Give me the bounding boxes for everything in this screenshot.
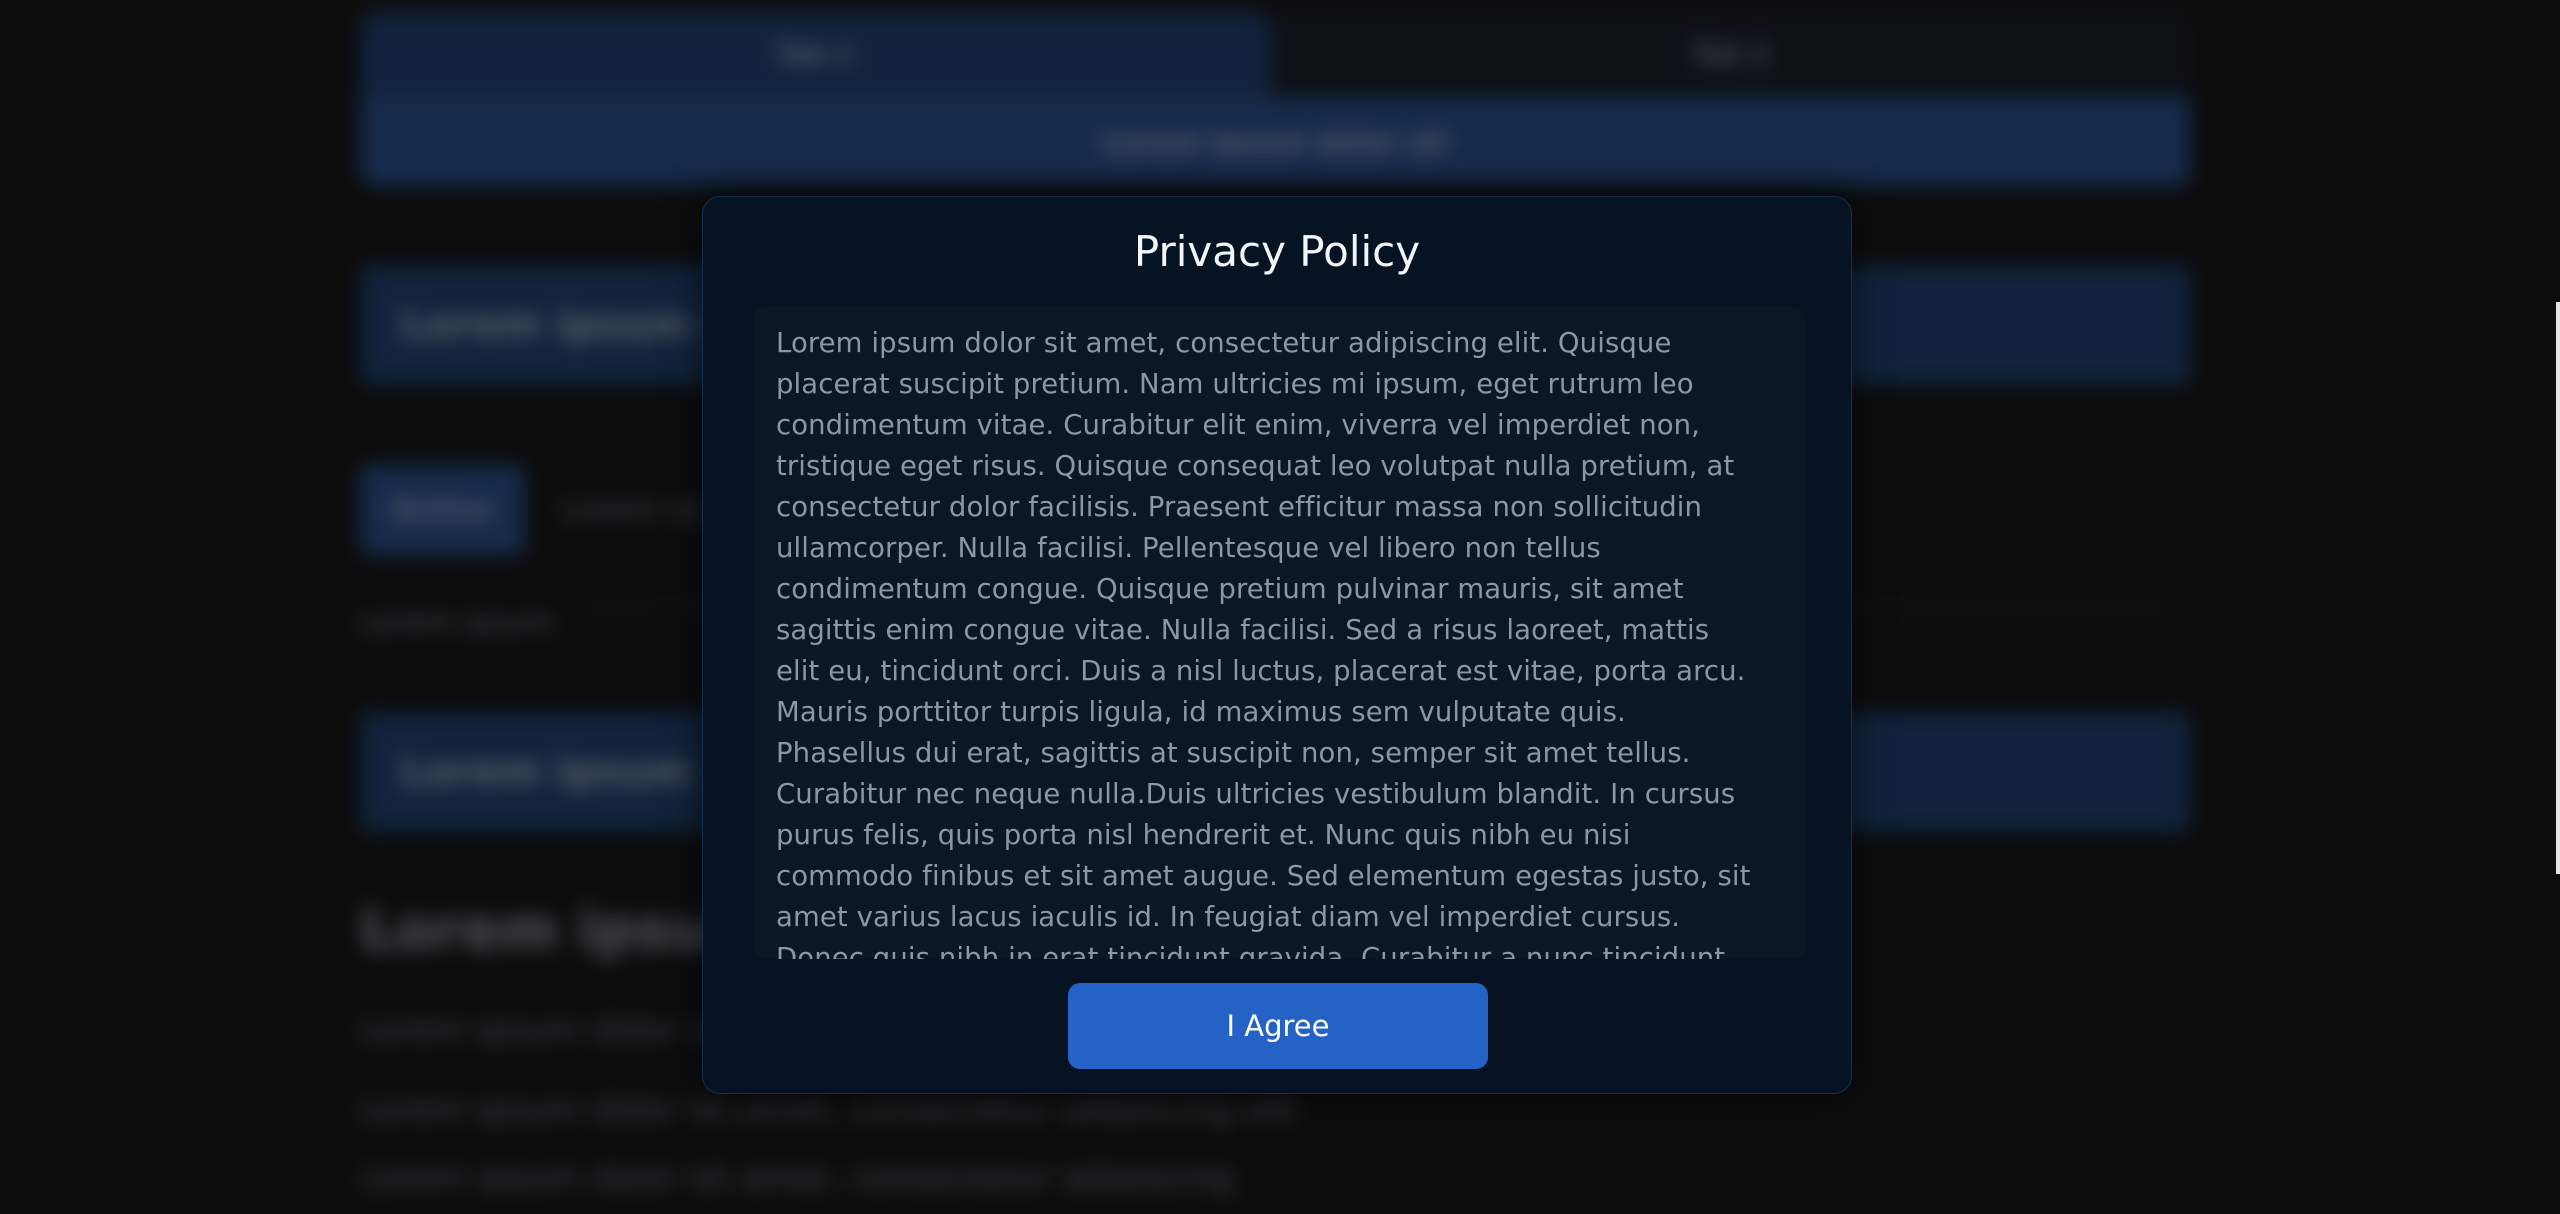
privacy-policy-dialog: Privacy Policy Lorem ipsum dolor sit ame… xyxy=(702,196,1852,1094)
dialog-title: Privacy Policy xyxy=(1133,227,1421,276)
agree-button[interactable]: I Agree xyxy=(1068,983,1488,1069)
policy-text-scroll-area[interactable]: Lorem ipsum dolor sit amet, consectetur … xyxy=(753,307,1805,959)
window-edge xyxy=(2556,302,2560,874)
policy-text: Lorem ipsum dolor sit amet, consectetur … xyxy=(776,327,1751,959)
